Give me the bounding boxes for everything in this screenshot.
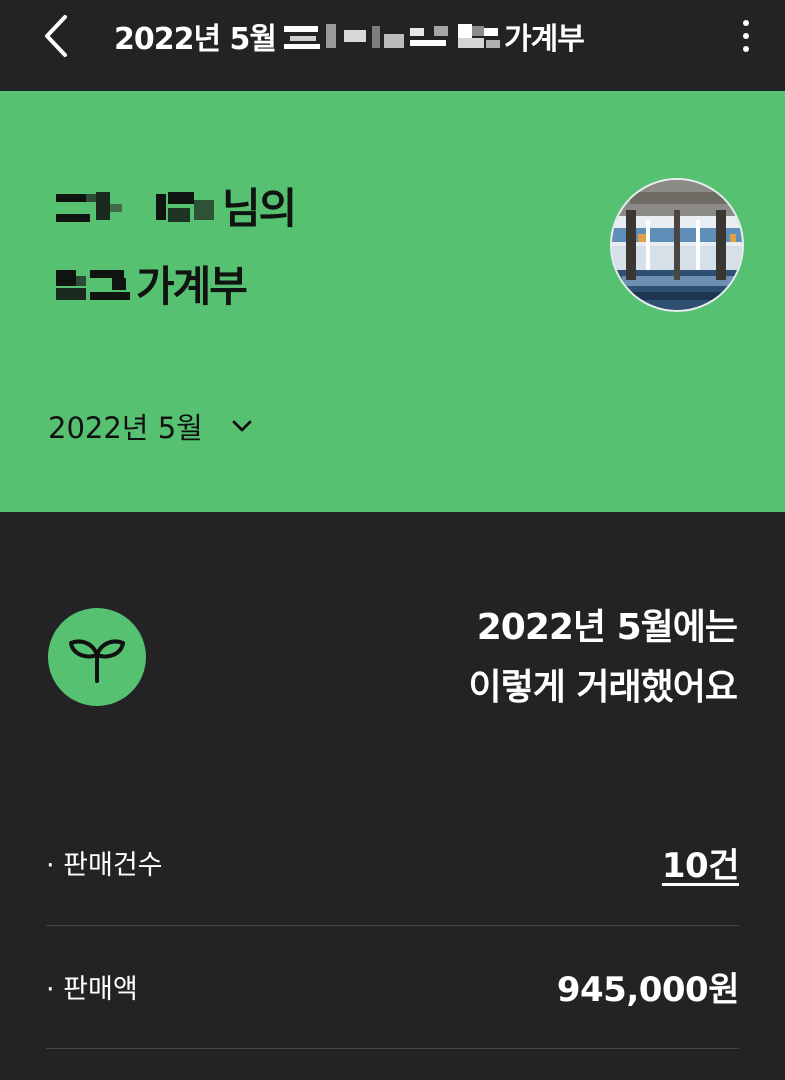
- book-name-line: 가계부: [56, 253, 248, 313]
- page-title-month: 2022년 5월: [114, 22, 277, 57]
- summary-heading-line1: 2022년 5월에는: [476, 607, 738, 648]
- sales-amount-value: 945,000원: [556, 969, 740, 1010]
- redacted-name-block: [458, 23, 502, 49]
- owner-line: 님의: [56, 175, 297, 235]
- sales-count-value[interactable]: 10건: [662, 838, 740, 887]
- divider: [46, 1048, 739, 1049]
- monthly-summary: 2022년 5월에는 이렇게 거래했어요 · 판매건수 10건 · 판매액 94…: [0, 512, 785, 1080]
- redacted-owner-name: [56, 187, 222, 223]
- more-options-button[interactable]: [724, 10, 768, 62]
- sales-amount-label: · 판매액: [46, 973, 138, 1005]
- sales-count-label: · 판매건수: [46, 849, 163, 881]
- month-dropdown-label: 2022년 5월: [48, 411, 203, 445]
- summary-heading-line2: 이렇게 거래했어요: [468, 667, 738, 708]
- app-bar: 2022년 5월 가계부: [0, 0, 785, 91]
- redacted-region-name: [56, 265, 136, 301]
- book-suffix: 가계부: [136, 261, 248, 311]
- summary-heading: 2022년 5월에는 이렇게 거래했어요: [469, 598, 738, 718]
- more-vertical-icon: [743, 20, 749, 26]
- chevron-down-icon: [232, 420, 252, 432]
- month-dropdown[interactable]: 2022년 5월: [48, 401, 253, 451]
- sales-count-row: · 판매건수 10건: [46, 832, 740, 892]
- page-title-suffix: 가계부: [504, 22, 585, 57]
- sprout-icon: [69, 639, 125, 683]
- divider: [46, 925, 739, 926]
- redacted-name-block: [284, 23, 452, 49]
- chevron-left-icon: [45, 15, 67, 57]
- page-title: 2022년 5월 가계부: [114, 14, 585, 58]
- account-book-header: 님의 가계부 2022년 5월: [0, 91, 785, 512]
- sales-amount-row: · 판매액 945,000원: [46, 956, 740, 1016]
- profile-avatar[interactable]: [610, 178, 744, 312]
- back-button[interactable]: [30, 10, 82, 62]
- sprout-badge: [48, 608, 146, 706]
- owner-suffix: 님의: [222, 183, 297, 233]
